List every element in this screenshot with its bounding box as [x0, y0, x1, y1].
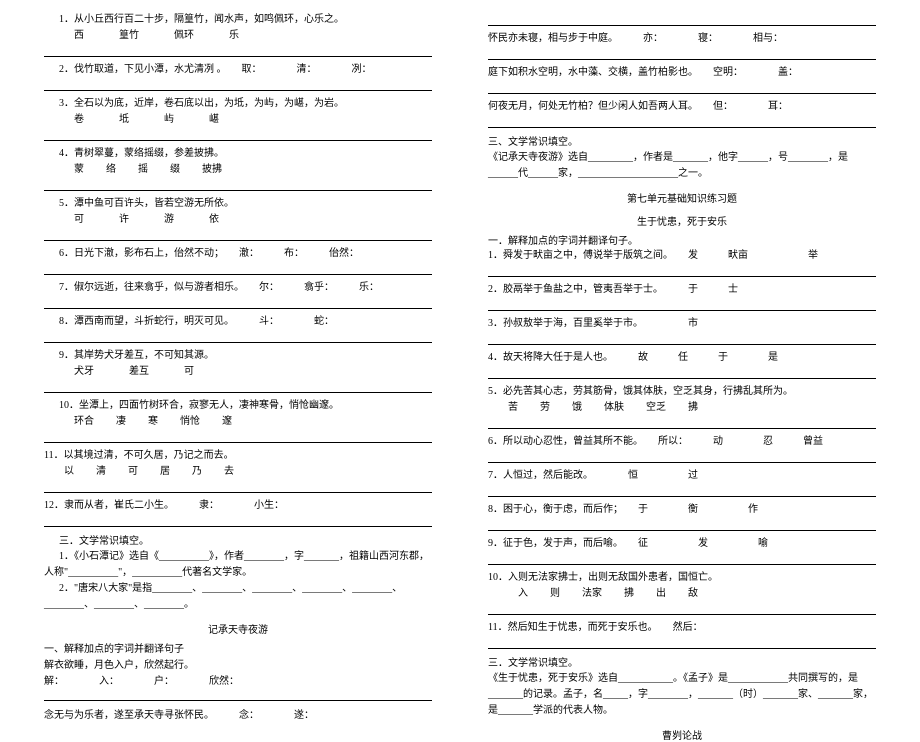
r-question-9: 9．征于色，发于声，而后喻。 征 发 喻 [488, 536, 876, 565]
q3-text: 3．全石以为底，近岸，卷石底以出，为坻，为屿，为嵁，为岩。 [44, 96, 432, 111]
question-2: 2．伐竹取道，下见小潭，水尤清冽 。 取： 清： 冽： [44, 62, 432, 91]
question-4: 4．青树翠蔓，蒙络摇缀，参差披拂。 蒙络摇缀披拂 [44, 146, 432, 191]
q11-text: 11．以其境过清，不可久居，乃记之而去。 [44, 448, 432, 463]
answer-line [488, 519, 876, 531]
answer-line [488, 48, 876, 60]
r-question-1: 1．舜发于畎亩之中，傅说举于版筑之间。 发 畎亩 举 [488, 248, 876, 277]
r-question-11: 11．然后知生于忧患，而死于安乐也。 然后： [488, 620, 876, 649]
title-shengyu: 生于忧患，死于安乐 [488, 213, 876, 228]
answer-line [44, 297, 432, 309]
r-q10-sub: 入则法家拂出敌 [488, 586, 876, 601]
answer-line [488, 333, 876, 345]
question-12: 12．隶而从者，崔氏二小生。 隶： 小生： [44, 498, 432, 527]
lit-fill-2: 2．"唐宋八大家"是指________、________、________、__… [44, 581, 432, 613]
answer-line [44, 263, 432, 275]
r-q1: 怀民亦未寝，相与步于中庭。 亦： 寝： 相与： [488, 31, 876, 60]
left-column: 1．从小丘西行百二十步，隔篁竹，闻水声，如鸣佩环，心乐之。 西篁竹佩环乐 2．伐… [0, 0, 460, 654]
q11-sub: 以清可居乃去 [44, 464, 432, 479]
r-question-6: 6．所以动心忍性，曾益其所不能。 所以： 动 忍 曾益 [488, 434, 876, 463]
r-question-5: 5．必先苦其心志，劳其筋骨，饿其体肤，空乏其身，行拂乱其所为。 苦劳饿体肤空乏拂 [488, 384, 876, 429]
unit-heading: 第七单元基础知识练习题 [488, 190, 876, 205]
r-question-3: 3．孙叔敖举于海，百里奚举于市。 市 [488, 316, 876, 345]
question-11: 11．以其境过清，不可久居，乃记之而去。 以清可居乃去 [44, 448, 432, 493]
answer-line [488, 451, 876, 463]
q2-text: 2．伐竹取道，下见小潭，水尤清冽 。 取： 清： 冽： [44, 62, 432, 77]
answer-line [488, 116, 876, 128]
answer-line [44, 689, 432, 701]
answer-line [488, 14, 876, 26]
r-question-10: 10．入则无法家拂士，出则无敌国外患者，国恒亡。 入则法家拂出敌 [488, 570, 876, 615]
r-lit2-h: 三．文学常识填空。 [488, 654, 876, 669]
q5-text: 5．潭中鱼可百许头，皆若空游无所依。 [44, 196, 432, 211]
question-7: 7．俶尔远逝，往来翕乎，似与游者相乐。 尔： 翕乎： 乐： [44, 280, 432, 309]
r-q5-sub: 苦劳饿体肤空乏拂 [488, 400, 876, 415]
answer-line [44, 515, 432, 527]
question-9: 9．其岸势犬牙差互，不可知其源。 犬牙差互可 [44, 348, 432, 393]
answer-line [488, 603, 876, 615]
answer-line [488, 553, 876, 565]
title-caogui: 曹刿论战 [488, 727, 876, 742]
question-10: 10．坐潭上，四面竹树环合，寂寥无人，凄神寒骨，悄怆幽邃。 环合凄寒悄怆邃 [44, 398, 432, 443]
q10-text: 10．坐潭上，四面竹树环合，寂寥无人，凄神寒骨，悄怆幽邃。 [44, 398, 432, 413]
right-column: 怀民亦未寝，相与步于中庭。 亦： 寝： 相与： 庭下如积水空明，水中藻、交横，盖… [460, 0, 920, 654]
q1-text: 1．从小丘西行百二十步，隔篁竹，闻水声，如鸣佩环，心乐之。 [44, 12, 432, 27]
answer-line [44, 229, 432, 241]
answer-line [488, 485, 876, 497]
title-chengtiansi: 记承天寺夜游 [44, 621, 432, 636]
question-8: 8．潭西南而望，斗折蛇行，明灭可见。 斗： 蛇： [44, 314, 432, 343]
r-question-2: 2．胶鬲举于鱼盐之中，管夷吾举于士。 于 士 [488, 282, 876, 311]
lit-fill-1: 1．《小石潭记》选自《__________》，作者________，字_____… [44, 549, 432, 581]
r-lit-h: 三、文学常识填空。 [488, 133, 876, 148]
worksheet-page: 1．从小丘西行百二十步，隔篁竹，闻水声，如鸣佩环，心乐之。 西篁竹佩环乐 2．伐… [0, 0, 920, 654]
r-question-4: 4．故天将降大任于是人也。 故 任 于 是 [488, 350, 876, 379]
answer-line [44, 481, 432, 493]
question-5: 5．潭中鱼可百许头，皆若空游无所依。 可许游依 [44, 196, 432, 241]
answer-line [488, 637, 876, 649]
q9-text: 9．其岸势犬牙差互，不可知其源。 [44, 348, 432, 363]
q8-text: 8．潭西南而望，斗折蛇行，明灭可见。 斗： 蛇： [44, 314, 432, 329]
answer-line [44, 431, 432, 443]
answer-line [488, 265, 876, 277]
q3-sub: 卷坻屿嵁 [44, 112, 432, 127]
q12-text: 12．隶而从者，崔氏二小生。 隶： 小生： [44, 498, 432, 513]
sec2: 解衣欲睡，月色入户，欣然起行。 [44, 656, 432, 671]
r-question-8: 8．困于心，衡于虑，而后作； 于 衡 作 [488, 502, 876, 531]
answer-line [488, 299, 876, 311]
answer-line [488, 82, 876, 94]
answer-line [44, 179, 432, 191]
question-6: 6．日光下澈，影布石上，佁然不动； 澈： 布： 佁然： [44, 246, 432, 275]
q10-sub: 环合凄寒悄怆邃 [44, 414, 432, 429]
r-q3: 何夜无月，何处无竹柏？但少闲人如吾两人耳。 但： 耳： [488, 99, 876, 128]
answer-line [44, 331, 432, 343]
answer-line [44, 129, 432, 141]
q5-sub: 可许游依 [44, 212, 432, 227]
answer-line [488, 417, 876, 429]
lit-heading: 三．文学常识填空。 [44, 532, 432, 547]
r-q2: 庭下如积水空明，水中藻、交横，盖竹柏影也。 空明： 盖： [488, 65, 876, 94]
r-s1: 一．解释加点的字词并翻译句子。 [488, 232, 876, 247]
q4-sub: 蒙络摇缀披拂 [44, 162, 432, 177]
sec4: 念无与为乐者，遂至承天寺寻张怀民。 念： 遂： [44, 706, 432, 721]
sec1: 一、解释加点的字词并翻译句子 [44, 640, 432, 655]
question-1: 1．从小丘西行百二十步，隔篁竹，闻水声，如鸣佩环，心乐之。 西篁竹佩环乐 [44, 12, 432, 57]
q9-sub: 犬牙差互可 [44, 364, 432, 379]
answer-line [44, 381, 432, 393]
r-lit: 《记承天寺夜游》选自_________，作者是_______，他字______，… [488, 150, 876, 182]
answer-line [44, 45, 432, 57]
q6-text: 6．日光下澈，影布石上，佁然不动； 澈： 布： 佁然： [44, 246, 432, 261]
sec3: 解： 入： 户： 欣然： [44, 672, 432, 687]
answer-line [488, 367, 876, 379]
answer-line [44, 79, 432, 91]
r-lit2: 《生于忧患，死于安乐》选自___________。《孟子》是__________… [488, 671, 876, 719]
q1-sub: 西篁竹佩环乐 [44, 28, 432, 43]
q7-text: 7．俶尔远逝，往来翕乎，似与游者相乐。 尔： 翕乎： 乐： [44, 280, 432, 295]
q4-text: 4．青树翠蔓，蒙络摇缀，参差披拂。 [44, 146, 432, 161]
r-question-7: 7．人恒过，然后能改。 恒 过 [488, 468, 876, 497]
question-3: 3．全石以为底，近岸，卷石底以出，为坻，为屿，为嵁，为岩。 卷坻屿嵁 [44, 96, 432, 141]
